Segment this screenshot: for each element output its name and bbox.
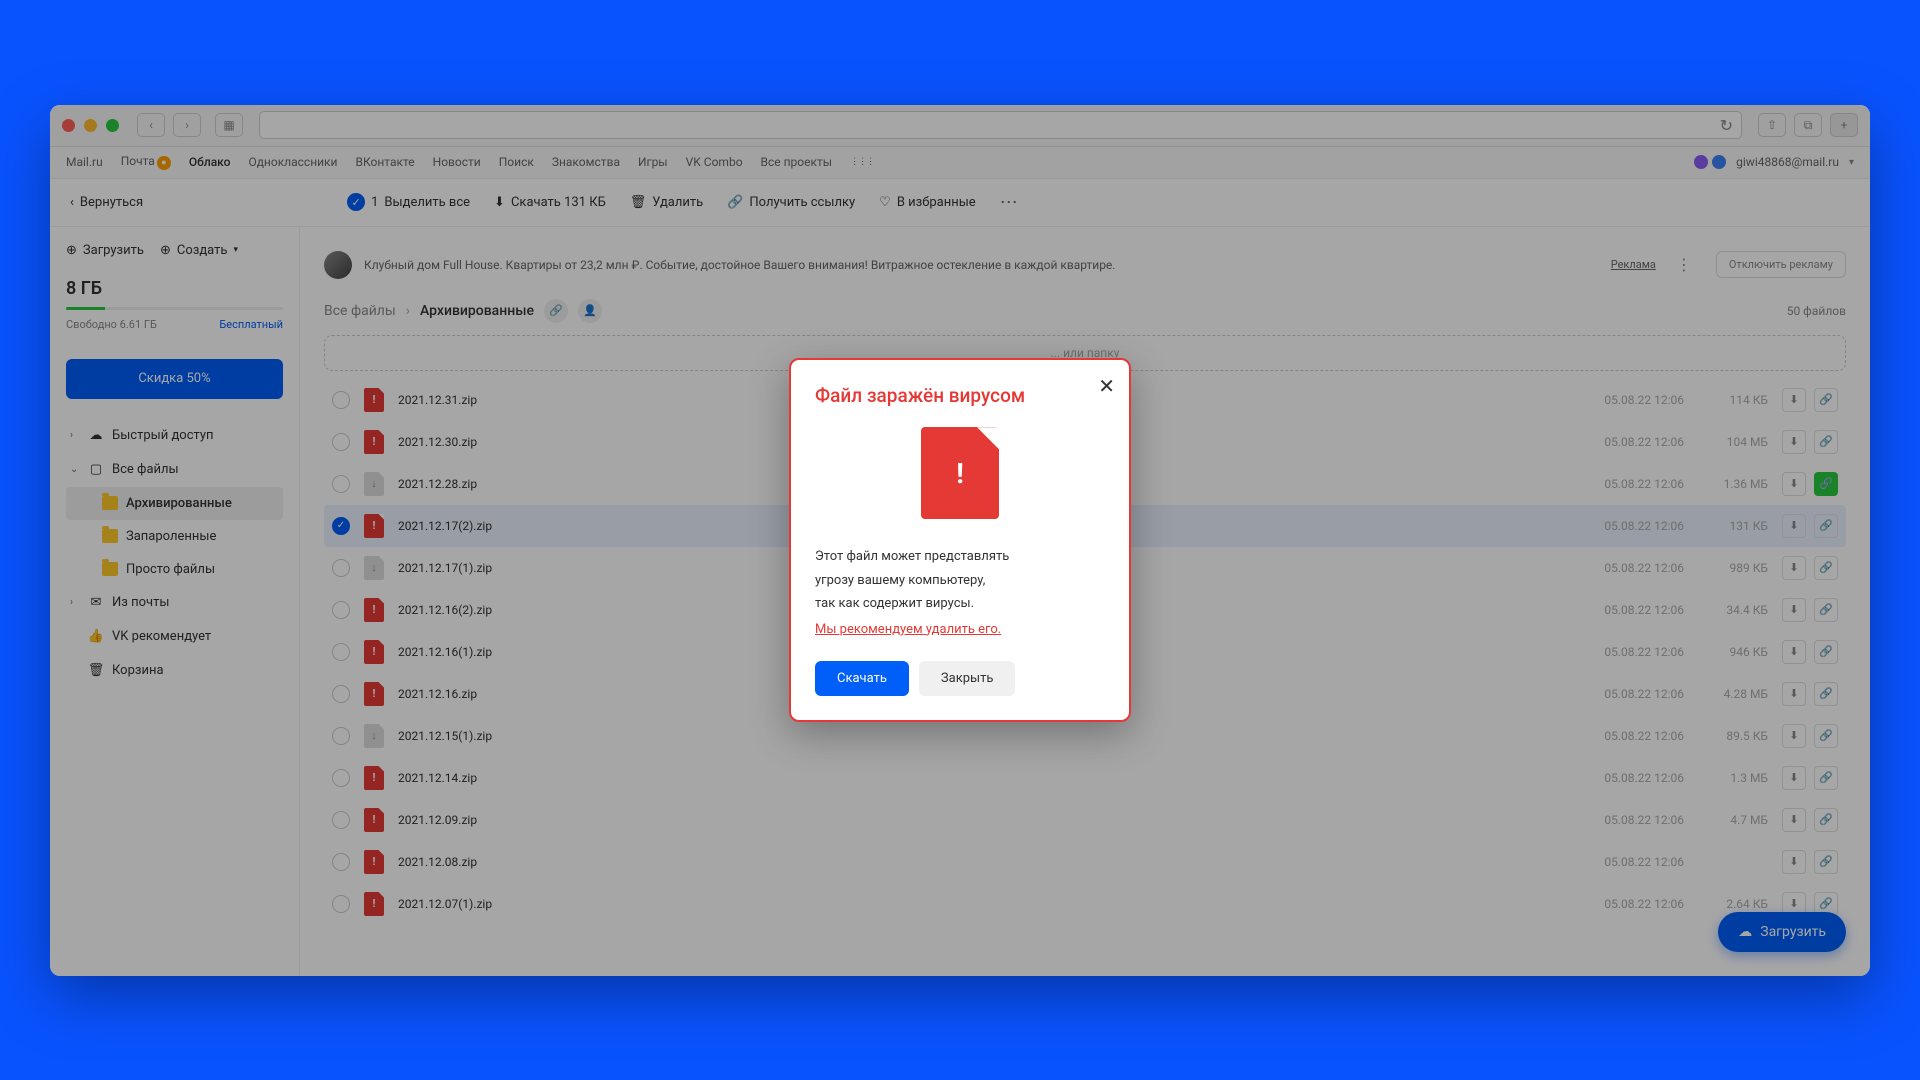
modal-title: Файл заражён вирусом <box>815 384 1105 407</box>
infected-file-icon: ! <box>921 427 999 519</box>
modal-body-line: Этот файл может представлять <box>815 547 1105 567</box>
modal-close-button[interactable]: Закрыть <box>919 661 1016 696</box>
modal-overlay[interactable]: ✕ Файл заражён вирусом ! Этот файл может… <box>50 105 1870 976</box>
modal-delete-link[interactable]: Мы рекомендуем удалить его. <box>815 622 1001 637</box>
virus-warning-modal: ✕ Файл заражён вирусом ! Этот файл может… <box>789 358 1131 722</box>
modal-buttons: Скачать Закрыть <box>815 661 1105 696</box>
close-icon[interactable]: ✕ <box>1098 374 1115 398</box>
modal-body-line: угрозу вашему компьютеру, <box>815 571 1105 591</box>
modal-download-button[interactable]: Скачать <box>815 661 909 696</box>
modal-body-line: так как содержит вирусы. <box>815 594 1105 614</box>
browser-window: ‹ › ▦ ⇧ ⧉ + Mail.ruПочта●ОблакоОднокласс… <box>50 105 1870 976</box>
